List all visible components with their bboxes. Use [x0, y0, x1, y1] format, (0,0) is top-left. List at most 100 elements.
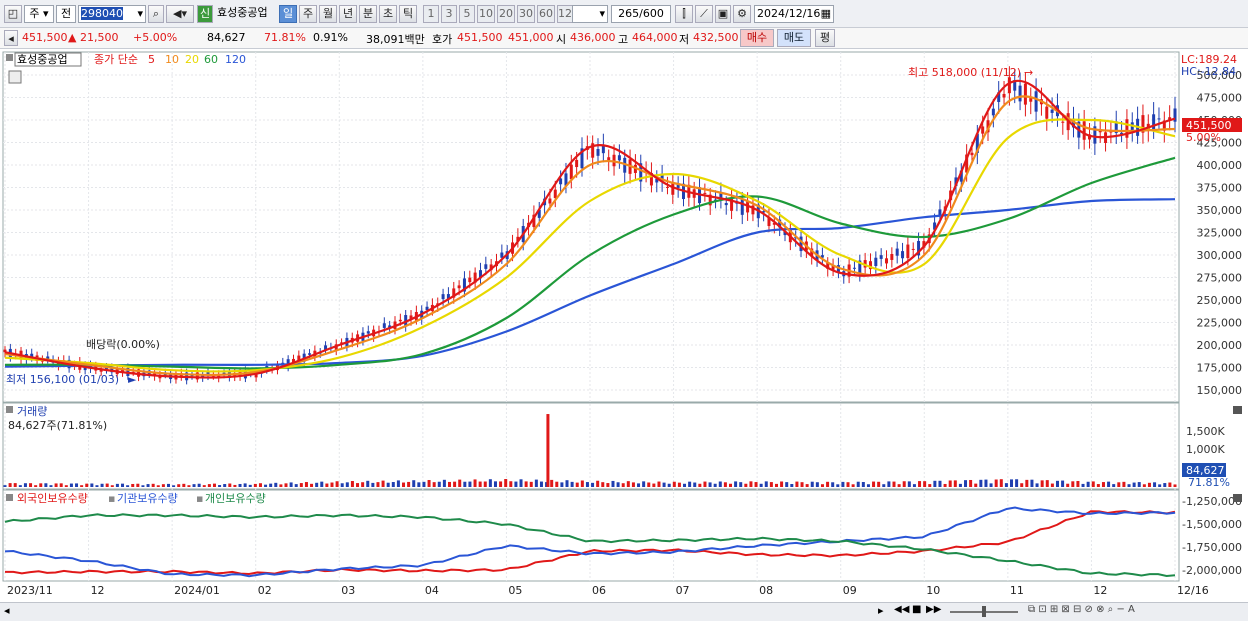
tab-interval-5[interactable]: 30 — [517, 5, 535, 23]
scroll-left-icon[interactable]: ◂ — [4, 604, 10, 617]
volume-bar — [402, 482, 406, 487]
tab-period-2[interactable]: 월 — [319, 5, 337, 23]
holding-close-icon[interactable] — [1233, 494, 1242, 502]
stop-icon[interactable]: ■ — [912, 604, 921, 615]
candle-body — [879, 255, 883, 259]
chart-svg[interactable]: 150,000 175,000 200,000 225,000 250,000 275,0… — [0, 49, 1248, 602]
holding-panel-frame — [2, 489, 1180, 582]
count-value: 265 — [618, 7, 640, 20]
candle-icon[interactable]: ⫿ — [675, 5, 693, 23]
eval-button[interactable]: 평 — [815, 29, 835, 47]
volume: 84,627 — [207, 31, 246, 44]
tab-period-4[interactable]: 분 — [359, 5, 377, 23]
tab-interval-2[interactable]: 5 — [459, 5, 475, 23]
zoom-slider-handle[interactable] — [982, 606, 986, 617]
volume-bar — [1050, 483, 1054, 487]
volume-bar — [759, 483, 763, 487]
price-tick: 300,000 — [1197, 249, 1243, 262]
line-chart-icon[interactable]: ⟋ — [695, 5, 713, 23]
tab-period-6[interactable]: 틱 — [399, 5, 417, 23]
candle-body — [1018, 85, 1022, 102]
candle-body — [1034, 91, 1038, 112]
volume-bar — [662, 482, 666, 487]
candle-body — [1023, 83, 1027, 105]
volume-bar — [810, 481, 814, 487]
volume-bar — [340, 483, 344, 487]
last-pct: 5.00% — [1186, 131, 1221, 144]
count-field[interactable]: 265/600 — [611, 5, 671, 23]
tab-interval-0[interactable]: 1 — [423, 5, 439, 23]
unit-select[interactable]: ▾ — [572, 5, 608, 23]
candle-body — [911, 248, 915, 250]
buy-button[interactable]: 매수 — [740, 29, 774, 47]
volume-bar — [504, 479, 508, 487]
calendar-icon[interactable]: ▦ — [821, 6, 831, 22]
prev-icon[interactable]: ◀◀ — [894, 604, 909, 615]
volume-bar — [1035, 483, 1039, 487]
tab-period-5[interactable]: 초 — [379, 5, 397, 23]
play-icon[interactable]: ▸ — [878, 604, 884, 617]
expand-icon[interactable]: ◂ — [4, 30, 18, 46]
volume-bar — [570, 481, 574, 487]
gear-icon[interactable]: ⚙ — [733, 5, 751, 23]
market-select[interactable]: 전 — [56, 5, 76, 23]
sell-button[interactable]: 매도 — [777, 29, 811, 47]
chart-area[interactable]: 150,000 175,000 200,000 225,000 250,000 275,0… — [0, 49, 1248, 602]
type-select[interactable]: 주 ▾ — [24, 5, 54, 23]
date-input[interactable]: 2024/12/16 ▦ — [754, 5, 834, 23]
volume-bar — [1030, 479, 1034, 487]
volume-bar — [253, 483, 257, 487]
tool-icons[interactable]: ⧉ ⊡ ⊞ ⊠ ⊟ ⊘ ⊗ ⌕ − A — [1028, 604, 1135, 615]
volume-bar — [708, 482, 712, 487]
volume-bar — [437, 481, 441, 487]
search-icon[interactable]: ⌕ — [148, 5, 164, 23]
code-input[interactable]: 298040 ▾ — [78, 5, 146, 23]
tab-period-0[interactable]: 일 — [279, 5, 297, 23]
price: 451,500 — [22, 31, 68, 44]
tab-period-1[interactable]: 주 — [299, 5, 317, 23]
volume-bar — [657, 481, 661, 487]
volume-bar — [453, 481, 457, 487]
sound-icon[interactable]: ◀▾ — [166, 5, 194, 23]
volume-bar — [953, 480, 957, 487]
candle-body — [1050, 109, 1054, 113]
tab-period-3[interactable]: 년 — [339, 5, 357, 23]
hold-tick-1: -1,250,000 — [1182, 495, 1242, 508]
volume-bar — [391, 482, 395, 487]
candle-body — [874, 257, 878, 266]
candle-body — [1007, 77, 1011, 94]
candle-body — [1045, 106, 1049, 119]
volume-bar — [1173, 484, 1177, 487]
volume-bar — [315, 482, 319, 487]
volume-bar — [637, 483, 641, 487]
volume-bar — [29, 483, 33, 487]
legend-ma-60: 60 — [204, 53, 218, 66]
candle-body — [484, 264, 488, 269]
save-icon[interactable]: ▣ — [715, 5, 731, 23]
tab-interval-1[interactable]: 3 — [441, 5, 457, 23]
tab-interval-3[interactable]: 10 — [477, 5, 495, 23]
volume-bar — [473, 479, 477, 487]
volume-bar — [984, 479, 988, 487]
window-icon[interactable]: ◰ — [4, 5, 22, 23]
volume-bar — [611, 480, 615, 487]
candle-body — [1002, 93, 1006, 98]
volume-bar — [800, 482, 804, 487]
x-tick: 10 — [926, 584, 940, 597]
holding-legend-icon[interactable] — [6, 494, 13, 501]
tab-interval-6[interactable]: 60 — [537, 5, 555, 23]
x-axis: 2023/11 12 2024/01 02 03 04 05 06 07 08 09 10 11 12 12… — [7, 584, 1209, 597]
tab-interval-4[interactable]: 20 — [497, 5, 515, 23]
new-badge[interactable]: 신 — [197, 5, 213, 23]
legend-icon[interactable] — [6, 54, 13, 61]
type-select-value: 주 — [29, 7, 40, 20]
volume-close-icon[interactable] — [1233, 406, 1242, 414]
volume-bar — [539, 481, 543, 487]
volume-legend-icon[interactable] — [6, 406, 13, 413]
volume-bar — [488, 479, 492, 487]
code-value: 298040 — [81, 7, 123, 20]
next-icon[interactable]: ▶▶ — [926, 604, 941, 615]
table-icon[interactable] — [8, 70, 22, 84]
hold-tick-2: -1,500,000 — [1182, 518, 1242, 531]
volume-bar — [8, 483, 12, 487]
